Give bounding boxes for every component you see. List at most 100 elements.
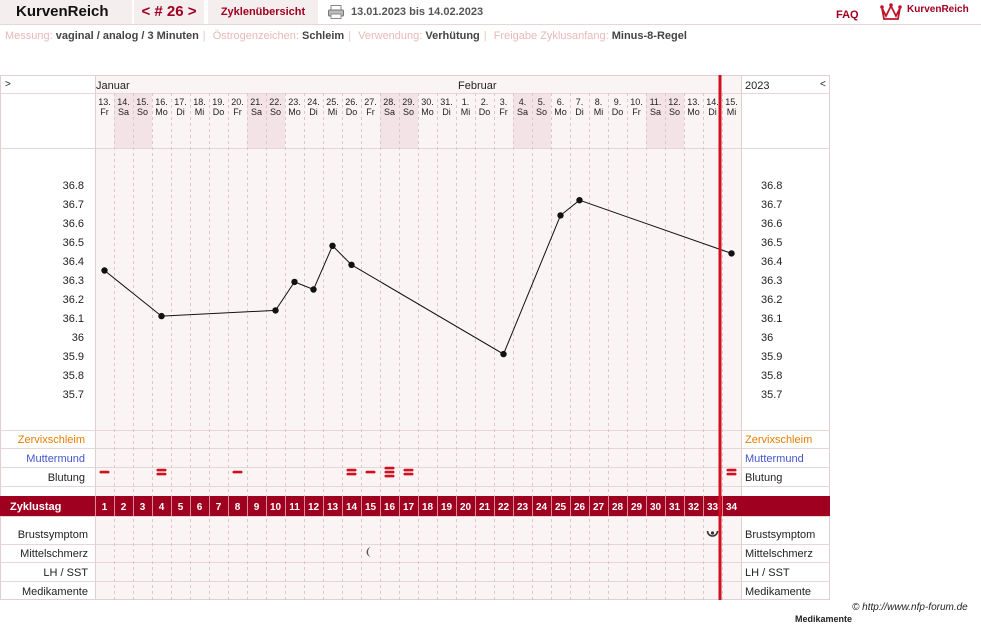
zervix-label-right: Zervixschleim bbox=[745, 434, 812, 446]
temperature-point bbox=[158, 312, 165, 320]
y-tick-left: 35.9 bbox=[63, 351, 84, 363]
day-date-label: 12. bbox=[668, 97, 681, 107]
day-date-label: 8. bbox=[595, 97, 603, 107]
y-tick-left: 36 bbox=[72, 332, 84, 344]
bleeding-mark bbox=[365, 470, 376, 474]
day-date-label: 22. bbox=[269, 97, 282, 107]
day-weekday-label: Do bbox=[479, 107, 491, 117]
bleeding-mark bbox=[346, 472, 357, 476]
temperature-point bbox=[348, 261, 355, 268]
mittel-label-left: Mittelschmerz bbox=[20, 548, 88, 560]
cycle-day-number: 27 bbox=[593, 502, 605, 513]
day-weekday-label: Mi bbox=[594, 107, 604, 117]
cycle-day-number: 14 bbox=[346, 502, 358, 513]
day-date-label: 15. bbox=[725, 97, 738, 107]
day-date-label: 7. bbox=[576, 97, 584, 107]
day-weekday-label: Di bbox=[442, 107, 451, 117]
day-weekday-label: Fr bbox=[366, 107, 375, 117]
bleeding-mark bbox=[99, 470, 110, 474]
day-weekday-label: Fr bbox=[499, 107, 508, 117]
y-tick-right: 35.8 bbox=[761, 370, 782, 382]
footer-cut-text: Medikamente bbox=[795, 614, 853, 624]
day-date-label: 31. bbox=[440, 97, 453, 107]
day-date-label: 6. bbox=[557, 97, 565, 107]
day-date-label: 13. bbox=[687, 97, 700, 107]
lh-label-right: LH / SST bbox=[745, 567, 790, 579]
cycle-day-number: 11 bbox=[289, 502, 300, 513]
day-weekday-label: Mi bbox=[195, 107, 205, 117]
cycle-day-number: 20 bbox=[460, 502, 472, 513]
y-tick-right: 36.5 bbox=[761, 237, 782, 249]
breast-symptom-icon-dot bbox=[710, 531, 715, 535]
cycle-chart: > Januar Februar 2023 <13.Fr14.Sa15.So16.Mo1… bbox=[0, 75, 830, 600]
day-date-label: 30. bbox=[421, 97, 434, 107]
temperature-point bbox=[500, 350, 507, 358]
cycle-day-number: 21 bbox=[479, 502, 491, 513]
day-weekday-label: Mi bbox=[461, 107, 471, 117]
brust-label-right: Brustsymptom bbox=[745, 529, 815, 541]
day-weekday-label: So bbox=[536, 107, 547, 117]
day-weekday-label: Fr bbox=[100, 107, 109, 117]
medi-label-right: Medikamente bbox=[745, 586, 811, 598]
blutung-label-left: Blutung bbox=[48, 472, 85, 484]
day-date-label: 28. bbox=[383, 97, 396, 107]
day-weekday-label: Mi bbox=[727, 107, 737, 117]
day-weekday-label: So bbox=[137, 107, 148, 117]
day-date-label: 23. bbox=[288, 97, 301, 107]
bleeding-mark bbox=[726, 472, 737, 476]
day-date-label: 20. bbox=[231, 97, 244, 107]
day-date-label: 13. bbox=[98, 97, 111, 107]
nav-next-arrow[interactable]: < bbox=[820, 79, 826, 90]
y-tick-right: 35.7 bbox=[761, 389, 782, 401]
bleeding-mark bbox=[403, 468, 414, 472]
day-date-label: 11. bbox=[650, 97, 662, 107]
temperature-point bbox=[329, 242, 336, 249]
temperature-point bbox=[576, 197, 583, 204]
day-weekday-label: Mo bbox=[155, 107, 168, 117]
temperature-point bbox=[272, 307, 279, 314]
day-date-label: 27. bbox=[364, 97, 377, 107]
y-tick-right: 36 bbox=[761, 332, 773, 344]
day-weekday-label: Di bbox=[176, 107, 185, 117]
cycle-day-number: 10 bbox=[270, 502, 282, 513]
day-date-label: 17. bbox=[174, 97, 187, 107]
day-date-label: 21. bbox=[250, 97, 263, 107]
day-date-label: 16. bbox=[155, 97, 168, 107]
day-date-label: 29. bbox=[402, 97, 415, 107]
zervix-label-left: Zervixschleim bbox=[18, 434, 85, 446]
y-tick-left: 36.3 bbox=[63, 275, 84, 287]
cycle-day-number: 6 bbox=[197, 502, 203, 513]
cycle-day-number: 13 bbox=[327, 502, 339, 513]
bleeding-mark bbox=[232, 470, 243, 474]
day-date-label: 10. bbox=[630, 97, 643, 107]
temperature-point bbox=[310, 286, 317, 293]
cycle-day-number: 18 bbox=[422, 502, 434, 513]
y-tick-right: 35.9 bbox=[761, 351, 782, 363]
y-tick-right: 36.6 bbox=[761, 218, 782, 230]
cycle-day-number: 7 bbox=[216, 502, 222, 513]
cycle-day-number: 15 bbox=[365, 502, 377, 513]
day-weekday-label: Do bbox=[213, 107, 225, 117]
cycle-day-number: 31 bbox=[669, 502, 681, 513]
day-weekday-label: Mo bbox=[687, 107, 700, 117]
temperature-point bbox=[101, 267, 108, 274]
nav-prev-arrow[interactable]: > bbox=[5, 79, 11, 90]
day-weekday-label: Mo bbox=[288, 107, 301, 117]
y-tick-right: 36.4 bbox=[761, 256, 782, 268]
blutung-label-right: Blutung bbox=[745, 472, 782, 484]
cycle-day-number: 5 bbox=[178, 502, 184, 513]
muttermund-label-right: Muttermund bbox=[745, 453, 804, 465]
day-date-label: 19. bbox=[212, 97, 225, 107]
day-date-label: 18. bbox=[193, 97, 206, 107]
lh-label-left: LH / SST bbox=[43, 567, 88, 579]
bleeding-mark bbox=[403, 472, 414, 476]
cycle-day-number: 8 bbox=[235, 502, 241, 513]
day-weekday-label: Sa bbox=[650, 107, 661, 117]
cycle-day-number: 9 bbox=[254, 502, 260, 513]
bleeding-mark bbox=[726, 468, 737, 472]
day-weekday-label: Mo bbox=[421, 107, 434, 117]
y-tick-left: 35.7 bbox=[63, 389, 84, 401]
cycle-day-number: 34 bbox=[726, 502, 738, 513]
y-tick-right: 36.8 bbox=[761, 180, 782, 192]
cycle-day-number: 17 bbox=[403, 502, 415, 513]
